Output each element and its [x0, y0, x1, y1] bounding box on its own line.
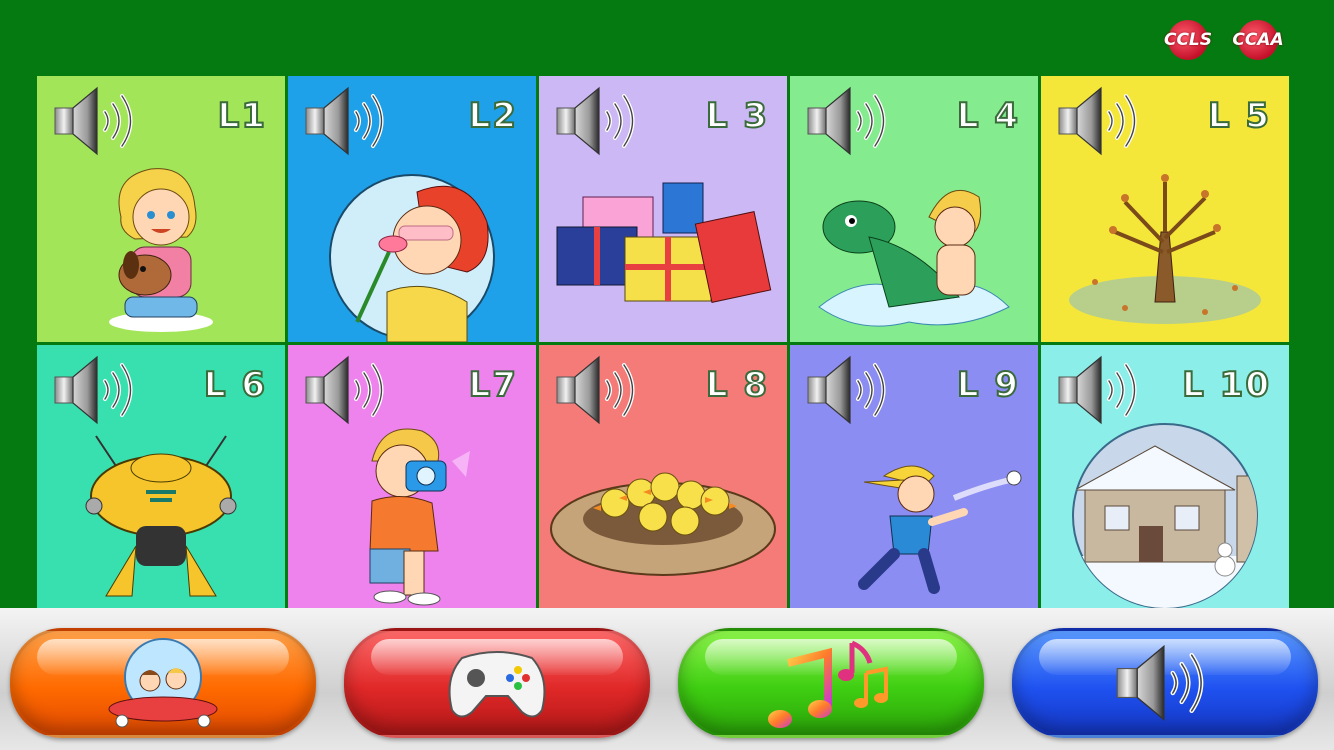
lesson-label: L 6	[203, 364, 267, 406]
ducklings-in-nest-illustration	[539, 421, 787, 611]
girl-smelling-flower-illustration	[288, 152, 536, 342]
speaker-icon[interactable]	[806, 84, 896, 158]
lesson-tile-7[interactable]: L7	[288, 345, 536, 611]
lesson-tile-8[interactable]: L 8	[539, 345, 787, 611]
lesson-tile-9[interactable]: L 9	[790, 345, 1038, 611]
lesson-label: L 4	[956, 95, 1020, 137]
speaker-icon[interactable]	[806, 353, 896, 427]
snowy-house-illustration	[1041, 421, 1289, 611]
wrapped-gift-boxes-illustration	[539, 152, 787, 342]
lesson-tile-6[interactable]: L 6	[37, 345, 285, 611]
ccaa-logo-text: CCAA	[1232, 30, 1284, 50]
lesson-tile-2[interactable]: L2	[288, 76, 536, 342]
lesson-tile-10[interactable]: L 10	[1041, 345, 1289, 611]
yellow-robot-illustration	[37, 421, 285, 611]
lesson-label: L 10	[1181, 364, 1271, 406]
speaker-icon[interactable]	[304, 84, 394, 158]
speaker-icon[interactable]	[53, 353, 143, 427]
autumn-tree-illustration	[1041, 152, 1289, 342]
speaker-icon[interactable]	[53, 84, 143, 158]
girl-with-puppy-illustration	[37, 152, 285, 342]
lesson-tile-3[interactable]: L 3	[539, 76, 787, 342]
games-button[interactable]	[344, 628, 650, 738]
lesson-tile-5[interactable]: L 5	[1041, 76, 1289, 342]
lesson-label: L 8	[705, 364, 769, 406]
lesson-label: L 9	[956, 364, 1020, 406]
boy-with-camera-illustration	[288, 421, 536, 611]
lesson-label: L 5	[1207, 95, 1271, 137]
kids-bubble-icon	[13, 631, 313, 735]
speaker-icon[interactable]	[555, 84, 645, 158]
gamepad-icon	[347, 631, 647, 735]
brand-logos: CCLS CCAA	[1158, 20, 1288, 60]
lesson-label: L 3	[705, 95, 769, 137]
boy-with-dinosaur-splash-illustration	[790, 152, 1038, 342]
lesson-tile-4[interactable]: L 4	[790, 76, 1038, 342]
ccls-logo: CCLS	[1158, 20, 1218, 60]
bottom-toolbar	[0, 608, 1334, 750]
ccaa-logo: CCAA	[1228, 20, 1288, 60]
lesson-label: L2	[468, 95, 518, 137]
home-button[interactable]	[10, 628, 316, 738]
lesson-grid: L1 L2 L 3 L 4 L 5 L 6 L7 L 8 L 9 L 10	[37, 76, 1289, 611]
speaker-icon[interactable]	[304, 353, 394, 427]
speaker-icon[interactable]	[1057, 84, 1147, 158]
lesson-label: L1	[217, 95, 267, 137]
lesson-tile-1[interactable]: L1	[37, 76, 285, 342]
music-button[interactable]	[678, 628, 984, 738]
speaker-icon	[1015, 631, 1315, 735]
lesson-label: L7	[468, 364, 518, 406]
sound-button[interactable]	[1012, 628, 1318, 738]
boy-throwing-ball-illustration	[790, 421, 1038, 611]
music-notes-icon	[681, 631, 981, 735]
ccls-logo-text: CCLS	[1163, 30, 1213, 50]
speaker-icon[interactable]	[555, 353, 645, 427]
